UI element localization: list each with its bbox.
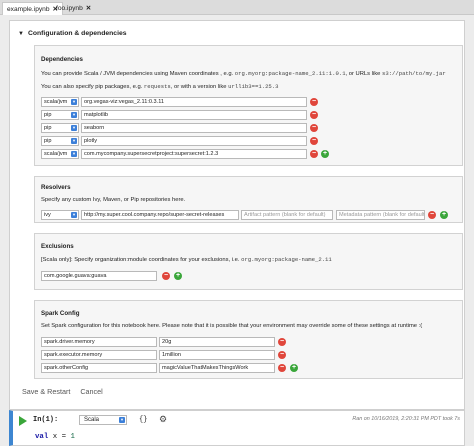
dependencies-section: Dependencies You can provide Scala / JVM… (34, 45, 463, 166)
exclusion-input[interactable]: com.google.guava:guava (41, 271, 157, 281)
dependency-input[interactable]: matplotlib (81, 110, 307, 120)
config-toggle[interactable]: ▼ Configuration & dependencies (18, 30, 127, 37)
spark-value-input[interactable]: 20g (159, 337, 275, 347)
chevron-down-icon: ▾ (71, 112, 77, 118)
remove-icon[interactable]: − (310, 150, 318, 158)
tab-label: foo.ipynb (56, 5, 83, 12)
exclusions-desc: [Scala only]: Specify organization:modul… (41, 256, 332, 263)
dependency-type-select[interactable]: pip ▾ (41, 110, 79, 120)
gear-icon[interactable]: ⚙ (159, 414, 167, 425)
chevron-down-icon: ▾ (71, 138, 77, 144)
dependency-input[interactable]: com.mycompany.supersecretproject:superse… (81, 149, 307, 159)
cancel-button[interactable]: Cancel (80, 387, 102, 396)
braces-icon[interactable]: {} (139, 416, 147, 424)
cell-prompt: In(1): (33, 416, 59, 424)
remove-icon[interactable]: − (310, 111, 318, 119)
dependencies-desc-2: You can also specify pip packages, e.g. … (41, 83, 279, 90)
tab-bar: example.ipynb ✕ foo.ipynb ✕ (0, 0, 474, 15)
close-icon[interactable]: ✕ (86, 5, 91, 12)
chevron-down-icon: ▾ (71, 151, 77, 157)
chevron-down-icon: ▾ (71, 125, 77, 131)
remove-icon[interactable]: − (428, 211, 436, 219)
dependency-input[interactable]: org.vegas-viz:vegas_2.11:0.3.11 (81, 97, 307, 107)
dependencies-title: Dependencies (41, 56, 83, 63)
add-icon[interactable]: + (174, 272, 182, 280)
language-select[interactable]: Scala ▾ (79, 415, 127, 425)
add-icon[interactable]: + (321, 150, 329, 158)
dependency-type-select[interactable]: pip ▾ (41, 136, 79, 146)
config-title: Configuration & dependencies (27, 30, 127, 37)
artifact-pattern-input[interactable]: Artifact pattern (blank for default) (241, 210, 333, 220)
dependency-type-select[interactable]: pip ▾ (41, 123, 79, 133)
remove-icon[interactable]: − (278, 351, 286, 359)
resolvers-section: Resolvers Specify any custom Ivy, Maven,… (34, 176, 463, 223)
resolvers-desc: Specify any custom Ivy, Maven, or Pip re… (41, 197, 186, 203)
spark-config-title: Spark Config (41, 310, 80, 317)
config-panel: ▼ Configuration & dependencies Dependenci… (9, 20, 465, 410)
spark-config-desc: Set Spark configuration for this noteboo… (41, 323, 423, 329)
tab-label: example.ipynb (7, 6, 50, 13)
metadata-pattern-input[interactable]: Metadata pattern (blank for default) (336, 210, 425, 220)
spark-key-input[interactable]: spark.otherConfig (41, 363, 157, 373)
remove-icon[interactable]: − (162, 272, 170, 280)
chevron-down-icon: ▾ (71, 212, 77, 218)
remove-icon[interactable]: − (310, 137, 318, 145)
remove-icon[interactable]: − (310, 124, 318, 132)
remove-icon[interactable]: − (278, 364, 286, 372)
spark-key-input[interactable]: spark.driver.memory (41, 337, 157, 347)
dependencies-desc-1: You can provide Scala / JVM dependencies… (41, 70, 446, 77)
exclusions-section: Exclusions [Scala only]: Specify organiz… (34, 233, 463, 290)
run-icon[interactable] (19, 416, 27, 426)
spark-config-section: Spark Config Set Spark configuration for… (34, 300, 463, 379)
resolvers-title: Resolvers (41, 184, 71, 191)
save-restart-button[interactable]: Save & Restart (22, 387, 70, 396)
triangle-down-icon: ▼ (18, 31, 24, 37)
tab-foo-ipynb[interactable]: foo.ipynb ✕ (52, 2, 95, 15)
exclusions-title: Exclusions (41, 243, 74, 250)
resolver-url-input[interactable]: http://my.super.cool.company.repo/super-… (81, 210, 239, 220)
dependency-type-select[interactable]: scala/jvm ▾ (41, 149, 79, 159)
chevron-down-icon: ▾ (71, 99, 77, 105)
config-actions: Save & Restart Cancel (22, 387, 113, 396)
code-cell[interactable]: In(1): Scala ▾ {} ⚙ Ran on 10/16/2019, 2:… (9, 410, 465, 446)
dependency-input[interactable]: plotly (81, 136, 307, 146)
remove-icon[interactable]: − (310, 98, 318, 106)
dependency-input[interactable]: seaborn (81, 123, 307, 133)
dependency-type-select[interactable]: scala/jvm ▾ (41, 97, 79, 107)
add-icon[interactable]: + (290, 364, 298, 372)
chevron-down-icon: ▾ (119, 417, 125, 423)
code-editor[interactable]: val x = 1 (35, 433, 75, 441)
spark-key-input[interactable]: spark.executor.memory (41, 350, 157, 360)
spark-value-input[interactable]: 1million (159, 350, 275, 360)
run-info: Ran on 10/16/2019, 2:20:31 PM PDT took 7… (352, 416, 460, 422)
remove-icon[interactable]: − (278, 338, 286, 346)
add-icon[interactable]: + (440, 211, 448, 219)
spark-value-input[interactable]: magicValueThatMakesThingsWork (159, 363, 275, 373)
resolver-type-select[interactable]: ivy ▾ (41, 210, 79, 220)
